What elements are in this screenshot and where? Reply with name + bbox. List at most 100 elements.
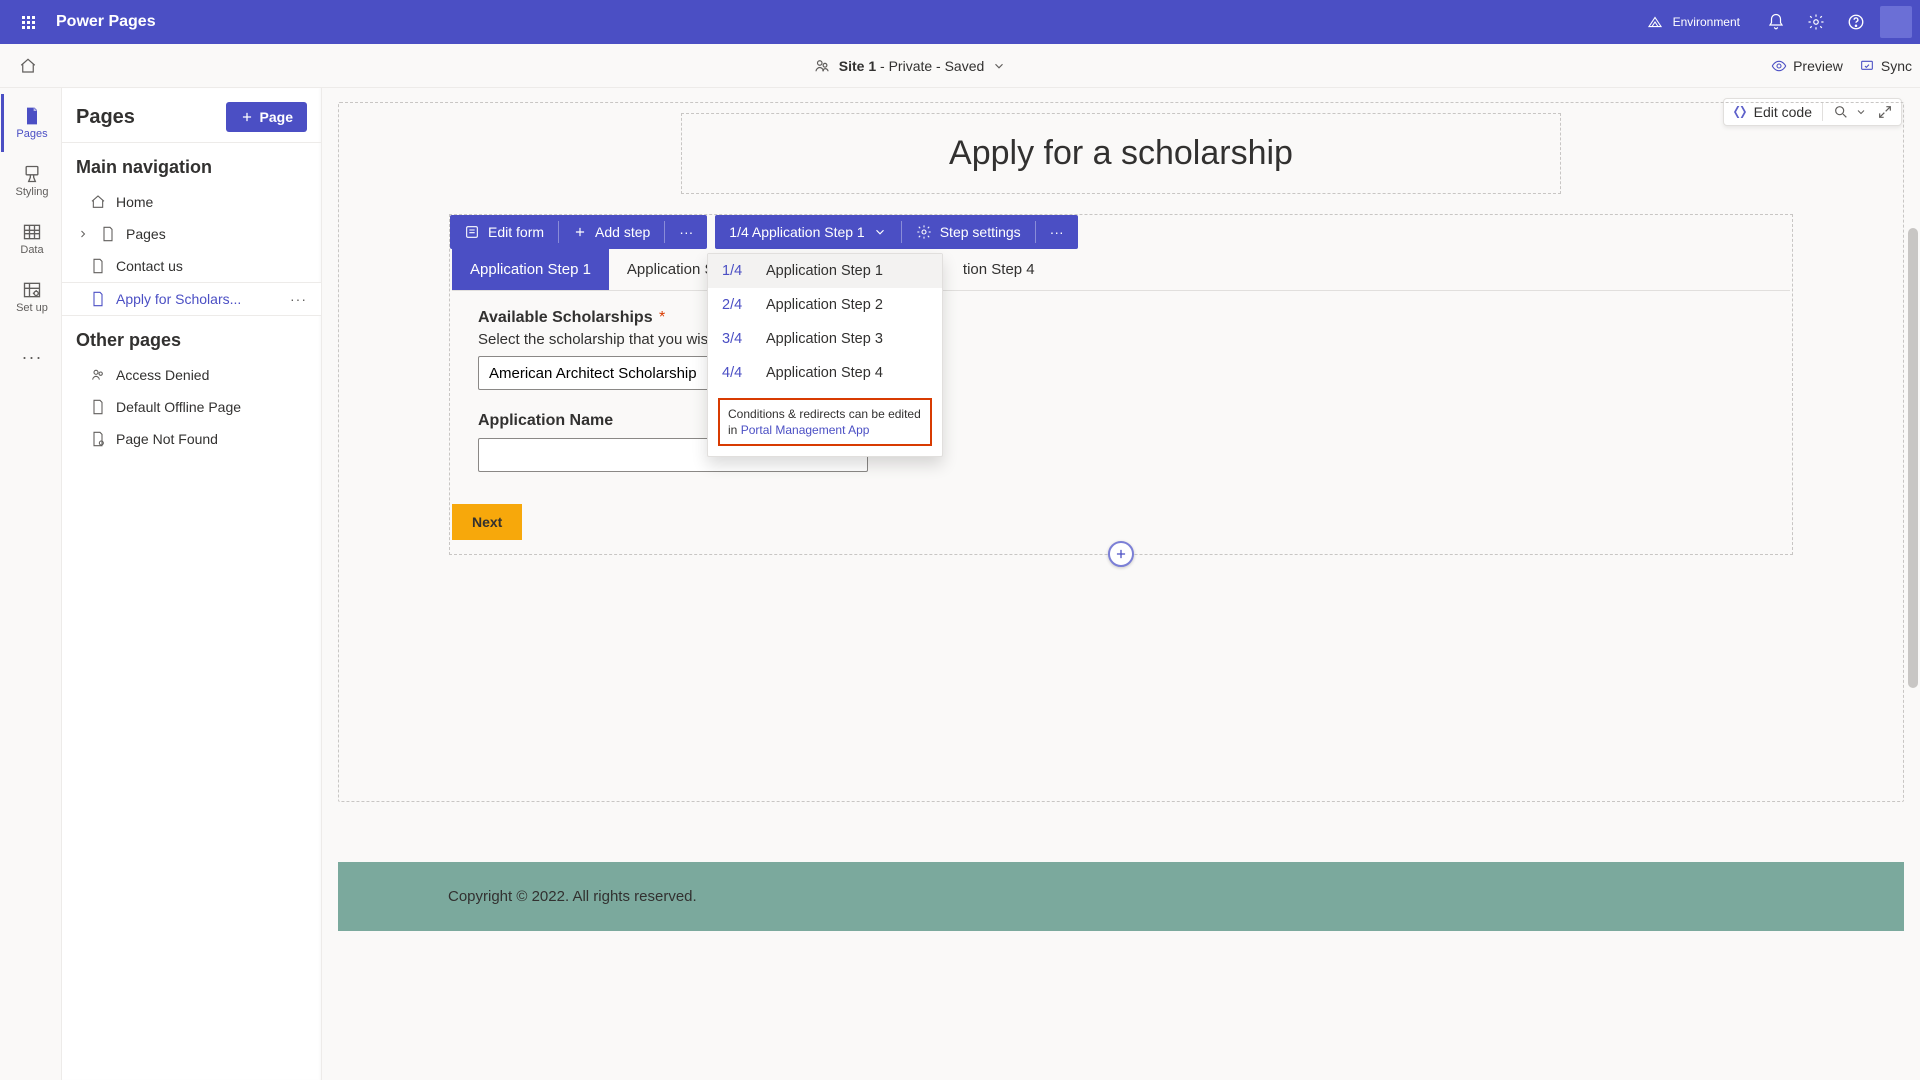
footer-copyright: Copyright © 2022. All rights reserved. bbox=[448, 888, 697, 905]
step-index: 1/4 bbox=[722, 263, 750, 279]
scholarship-label: Available Scholarships bbox=[478, 309, 653, 326]
step-label: Application Step 2 bbox=[766, 297, 883, 313]
step-dropdown-item-4[interactable]: 4/4 Application Step 4 bbox=[708, 356, 942, 390]
nav-home[interactable]: Home bbox=[62, 186, 321, 218]
step-dropdown-item-1[interactable]: 1/4 Application Step 1 bbox=[708, 254, 942, 288]
people-icon bbox=[90, 367, 106, 383]
form-more-button[interactable]: ··· bbox=[665, 215, 707, 249]
nav-default-offline[interactable]: Default Offline Page bbox=[62, 391, 321, 423]
step-index: 2/4 bbox=[722, 297, 750, 313]
step-dropdown-item-2[interactable]: 2/4 Application Step 2 bbox=[708, 288, 942, 322]
pages-panel-title: Pages bbox=[76, 106, 135, 129]
nav-access-denied-label: Access Denied bbox=[116, 367, 209, 383]
tab-step-2[interactable]: Application Step 2 bbox=[609, 249, 711, 290]
app-name-label: Application Name bbox=[478, 412, 1764, 430]
step-settings-button[interactable]: Step settings bbox=[902, 215, 1035, 249]
add-section-button[interactable] bbox=[1108, 541, 1134, 567]
edit-form-label: Edit form bbox=[488, 224, 544, 240]
design-canvas: Edit code Apply for a scholarship bbox=[322, 88, 1920, 1080]
chevron-right-icon bbox=[76, 228, 90, 240]
nav-access-denied[interactable]: Access Denied bbox=[62, 359, 321, 391]
app-title: Power Pages bbox=[56, 13, 156, 31]
settings-icon[interactable] bbox=[1796, 2, 1836, 42]
home-icon[interactable] bbox=[8, 46, 48, 86]
rail-pages-label: Pages bbox=[16, 128, 47, 140]
page-heading-section[interactable]: Apply for a scholarship bbox=[681, 113, 1561, 194]
edit-form-button[interactable]: Edit form bbox=[450, 215, 558, 249]
form-toolbar: Edit form Add step ··· 1/4 Application S… bbox=[450, 215, 1792, 249]
step-settings-label: Step settings bbox=[940, 224, 1021, 240]
add-step-button[interactable]: Add step bbox=[559, 215, 664, 249]
rail-setup-label: Set up bbox=[16, 302, 48, 314]
sync-label: Sync bbox=[1881, 58, 1912, 74]
page-icon bbox=[90, 291, 106, 307]
nav-contact[interactable]: Contact us bbox=[62, 250, 321, 282]
nav-apply-scholarship[interactable]: Apply for Scholars... ··· bbox=[62, 282, 321, 316]
scrollbar[interactable] bbox=[1908, 228, 1918, 688]
nav-pages-label: Pages bbox=[126, 226, 166, 242]
environment-picker[interactable]: Environment bbox=[1645, 12, 1740, 32]
chevron-down-icon bbox=[992, 59, 1006, 73]
global-header: Power Pages Environment bbox=[0, 0, 1920, 44]
step-indicator-label: 1/4 Application Step 1 bbox=[729, 224, 864, 240]
next-button[interactable]: Next bbox=[452, 504, 522, 540]
home-icon bbox=[90, 194, 106, 210]
step-label: Application Step 1 bbox=[766, 263, 883, 279]
portal-management-link[interactable]: Portal Management App bbox=[741, 423, 870, 437]
tab-step-1[interactable]: Application Step 1 bbox=[452, 249, 609, 290]
rail-more[interactable]: ··· bbox=[1, 326, 61, 384]
form-body: Available Scholarships * Select the scho… bbox=[450, 291, 1792, 504]
app-launcher-icon[interactable] bbox=[8, 2, 48, 42]
scholarship-input[interactable] bbox=[478, 356, 712, 390]
user-avatar[interactable] bbox=[1880, 6, 1912, 38]
add-page-button[interactable]: Page bbox=[226, 102, 307, 132]
help-icon[interactable] bbox=[1836, 2, 1876, 42]
scholarship-help: Select the scholarship that you wis bbox=[478, 331, 710, 348]
page-icon bbox=[90, 258, 106, 274]
form-step-tabs: Application Step 1 Application Step 2 ti… bbox=[452, 249, 1790, 291]
step-label: Application Step 4 bbox=[766, 365, 883, 381]
site-name: Site 1 bbox=[839, 58, 876, 74]
tab-step-4-partial[interactable]: tion Step 4 bbox=[945, 249, 1053, 290]
form-section: Edit form Add step ··· 1/4 Application S… bbox=[449, 214, 1793, 555]
nav-pages[interactable]: Pages bbox=[62, 218, 321, 250]
nav-rail: Pages Styling Data Set up ··· bbox=[0, 88, 62, 1080]
chevron-down-icon bbox=[873, 225, 887, 239]
step-more-button[interactable]: ··· bbox=[1036, 215, 1078, 249]
next-label: Next bbox=[472, 514, 502, 530]
rail-styling[interactable]: Styling bbox=[1, 152, 61, 210]
environment-label: Environment bbox=[1673, 15, 1740, 29]
add-step-label: Add step bbox=[595, 224, 650, 240]
pages-panel: Pages Page Main navigation Home Pages Co… bbox=[62, 88, 322, 1080]
main-nav-heading: Main navigation bbox=[62, 143, 321, 186]
nav-apply-label: Apply for Scholars... bbox=[116, 291, 241, 307]
sync-button[interactable]: Sync bbox=[1859, 58, 1912, 74]
preview-button[interactable]: Preview bbox=[1771, 58, 1843, 74]
page-footer: Copyright © 2022. All rights reserved. bbox=[338, 862, 1904, 931]
page-icon bbox=[90, 399, 106, 415]
page-content-area: Apply for a scholarship Edit form Add st… bbox=[338, 102, 1904, 802]
step-dropdown-item-3[interactable]: 3/4 Application Step 3 bbox=[708, 322, 942, 356]
rail-pages[interactable]: Pages bbox=[1, 94, 61, 152]
nav-page-not-found[interactable]: Page Not Found bbox=[62, 423, 321, 455]
step-index: 4/4 bbox=[722, 365, 750, 381]
rail-setup[interactable]: Set up bbox=[1, 268, 61, 326]
page-title: Apply for a scholarship bbox=[722, 134, 1520, 173]
nav-home-label: Home bbox=[116, 194, 153, 210]
notifications-icon[interactable] bbox=[1756, 2, 1796, 42]
required-star: * bbox=[659, 309, 665, 326]
nav-contact-label: Contact us bbox=[116, 258, 183, 274]
nav-default-offline-label: Default Offline Page bbox=[116, 399, 241, 415]
step-label: Application Step 3 bbox=[766, 331, 883, 347]
step-dropdown: 1/4 Application Step 1 2/4 Application S… bbox=[707, 253, 943, 457]
add-page-label: Page bbox=[260, 109, 293, 125]
more-icon: ··· bbox=[22, 347, 43, 368]
site-state: - Private - Saved bbox=[876, 58, 984, 74]
other-pages-heading: Other pages bbox=[62, 316, 321, 359]
nav-item-more-icon[interactable]: ··· bbox=[290, 291, 307, 307]
rail-data[interactable]: Data bbox=[1, 210, 61, 268]
site-status[interactable]: Site 1 - Private - Saved bbox=[48, 57, 1771, 75]
rail-data-label: Data bbox=[20, 244, 43, 256]
step-indicator-button[interactable]: 1/4 Application Step 1 bbox=[715, 215, 900, 249]
step-index: 3/4 bbox=[722, 331, 750, 347]
